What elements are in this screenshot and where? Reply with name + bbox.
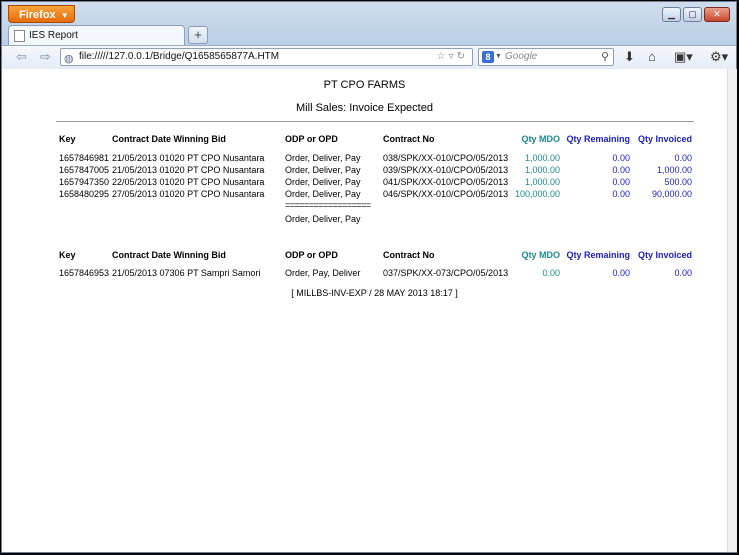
forward-arrow-icon[interactable]: ⇨ — [40, 49, 51, 65]
cell-qty-mdo: 1,000.00 — [524, 153, 560, 163]
new-tab-button[interactable]: + — [188, 26, 208, 44]
vertical-scrollbar[interactable] — [727, 69, 737, 552]
chevron-down-icon[interactable]: ▼ — [495, 49, 502, 65]
report-title: Mill Sales: Invoice Expected — [296, 102, 433, 114]
cell-key: 1657846953 — [59, 268, 110, 278]
cell-qty-invoiced: 500.00 — [664, 177, 692, 187]
firefox-menu-button[interactable]: Firefox ▼ — [8, 5, 75, 23]
header-contract: Contract No — [383, 250, 435, 260]
browser-window: Firefox ▼ ▁ ▢ ✕ IES Report + ⇦ ⇨ ◍ file:/… — [1, 1, 737, 553]
cell-qty-remaining: 0.00 — [612, 153, 630, 163]
cell-contract: 039/SPK/XX-010/CPO/05/2013 — [383, 165, 509, 175]
download-icon[interactable]: ⬇ — [624, 49, 635, 65]
cell-date-bid: 21/05/2013 07306 PT Sampri Samori — [112, 268, 261, 278]
cell-qty-invoiced: 0.00 — [674, 268, 692, 278]
header-qty-remaining: Qty Remaining — [566, 250, 630, 260]
header-date-bid: Contract Date Winning Bid — [112, 250, 226, 260]
cell-odp: Order, Deliver, Pay — [285, 153, 361, 163]
header-qty-mdo: Qty MDO — [521, 134, 560, 144]
search-icon[interactable]: ⚲ — [601, 49, 609, 65]
header-date-bid: Contract Date Winning Bid — [112, 134, 226, 144]
cell-odp: Order, Deliver, Pay — [285, 165, 361, 175]
maximize-button[interactable]: ▢ — [683, 7, 702, 22]
cell-qty-mdo: 1,000.00 — [524, 177, 560, 187]
url-bar[interactable]: ◍ file://///127.0.0.1/Bridge/Q1658565877… — [60, 48, 473, 66]
navigation-toolbar: ⇦ ⇨ ◍ file://///127.0.0.1/Bridge/Q165856… — [2, 45, 736, 71]
cell-contract: 037/SPK/XX-073/CPO/05/2013 — [383, 268, 509, 278]
back-arrow-icon[interactable]: ⇦ — [16, 49, 27, 65]
minimize-button[interactable]: ▁ — [662, 7, 681, 22]
search-input[interactable]: 8 ▼ Google ⚲ — [478, 48, 614, 66]
search-placeholder: Google — [505, 51, 538, 62]
cell-contract: 038/SPK/XX-010/CPO/05/2013 — [383, 153, 509, 163]
cell-contract: 041/SPK/XX-010/CPO/05/2013 — [383, 177, 509, 187]
cell-date-bid: 27/05/2013 01020 PT CPO Nusantara — [112, 189, 265, 199]
cell-date-bid: 21/05/2013 01020 PT CPO Nusantara — [112, 153, 265, 163]
table-row: 1657947350 22/05/2013 01020 PT CPO Nusan… — [2, 177, 727, 189]
cell-odp: Order, Deliver, Pay — [285, 189, 361, 199]
cell-qty-invoiced: 0.00 — [674, 153, 692, 163]
table-row: 1657847005 21/05/2013 01020 PT CPO Nusan… — [2, 165, 727, 177]
table-row: 1657846953 21/05/2013 07306 PT Sampri Sa… — [2, 268, 727, 280]
header-qty-invoiced: Qty Invoiced — [637, 250, 692, 260]
header-odp: ODP or OPD — [285, 134, 338, 144]
company-name: PT CPO FARMS — [323, 79, 406, 91]
cell-qty-mdo: 100,000.00 — [514, 189, 560, 199]
window-controls: ▁ ▢ ✕ — [662, 7, 730, 22]
table-header: Key Contract Date Winning Bid ODP or OPD… — [2, 134, 727, 146]
cell-odp: Order, Deliver, Pay — [285, 177, 361, 187]
cell-qty-remaining: 0.00 — [612, 268, 630, 278]
cell-qty-remaining: 0.00 — [612, 177, 630, 187]
header-contract: Contract No — [383, 134, 435, 144]
header-key: Key — [59, 134, 76, 144]
cell-odp: Order, Pay, Deliver — [285, 268, 361, 278]
cell-contract: 046/SPK/XX-010/CPO/05/2013 — [383, 189, 509, 199]
table-header: Key Contract Date Winning Bid ODP or OPD… — [2, 250, 727, 262]
bookmark-star-icon[interactable]: ☆▿↻ — [437, 49, 468, 65]
cell-qty-invoiced: 1,000.00 — [656, 165, 692, 175]
tab-title: IES Report — [29, 30, 78, 41]
google-engine-icon[interactable]: 8 — [482, 51, 494, 63]
cell-qty-mdo: 0.00 — [542, 268, 560, 278]
header-key: Key — [59, 250, 76, 260]
cell-qty-remaining: 0.00 — [612, 165, 630, 175]
tools-menu-icon[interactable]: ⚙▾ — [710, 49, 728, 65]
cell-key: 1657847005 — [59, 165, 110, 175]
globe-icon: ◍ — [64, 53, 74, 65]
chevron-down-icon: ▼ — [60, 11, 69, 20]
divider — [56, 121, 694, 122]
cell-key: 1657947350 — [59, 177, 110, 187]
url-text: file://///127.0.0.1/Bridge/Q1658565877A.… — [79, 51, 280, 62]
header-qty-invoiced: Qty Invoiced — [637, 134, 692, 144]
home-icon[interactable]: ⌂ — [648, 49, 656, 64]
tab-ies-report[interactable]: IES Report — [8, 25, 185, 45]
close-button[interactable]: ✕ — [704, 7, 730, 22]
summary-odp: Order, Deliver, Pay — [285, 214, 361, 224]
cell-date-bid: 22/05/2013 01020 PT CPO Nusantara — [112, 177, 265, 187]
cell-qty-invoiced: 90,000.00 — [651, 189, 692, 199]
group-summary-row: Order, Deliver, Pay — [2, 214, 727, 226]
header-qty-remaining: Qty Remaining — [566, 134, 630, 144]
header-odp: ODP or OPD — [285, 250, 338, 260]
bookmarks-menu-icon[interactable]: ▣▾ — [674, 49, 693, 65]
table-row: 1657846981 21/05/2013 01020 PT CPO Nusan… — [2, 153, 727, 165]
cell-key: 1657846981 — [59, 153, 110, 163]
cell-qty-remaining: 0.00 — [612, 189, 630, 199]
group-separator: ================== — [285, 200, 371, 210]
header-qty-mdo: Qty MDO — [521, 250, 560, 260]
cell-qty-mdo: 1,000.00 — [524, 165, 560, 175]
firefox-menu-label: Firefox — [19, 9, 56, 21]
report-footer: [ MILLBS-INV-EXP / 28 MAY 2013 18:17 ] — [291, 288, 458, 298]
cell-key: 1658480295 — [59, 189, 110, 199]
page-icon — [14, 30, 25, 42]
cell-date-bid: 21/05/2013 01020 PT CPO Nusantara — [112, 165, 265, 175]
report-page: PT CPO FARMS Mill Sales: Invoice Expecte… — [2, 69, 727, 552]
